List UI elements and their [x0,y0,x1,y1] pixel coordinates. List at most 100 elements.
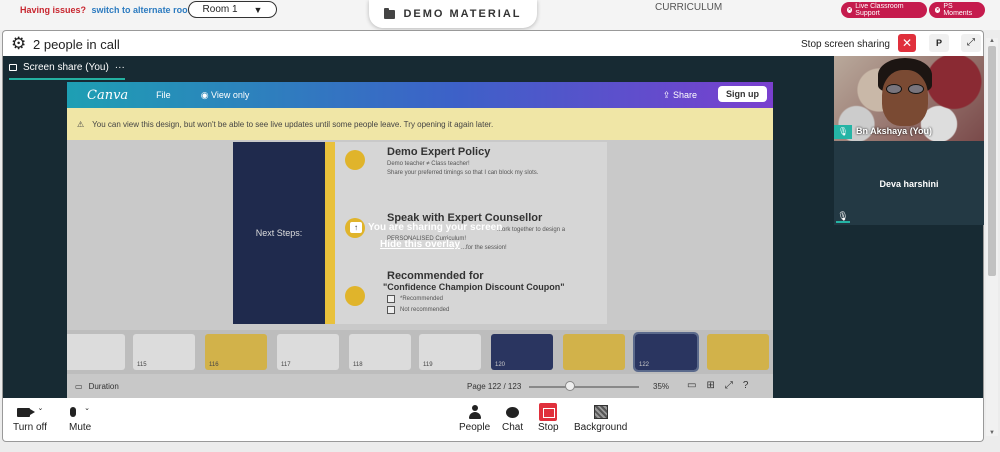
curriculum-tab[interactable]: CURRICULUM [655,2,722,13]
stop-sharing-button[interactable]: Stop [538,402,559,433]
page-thumbnail: 117 [277,334,339,370]
people-button[interactable]: People [459,402,490,433]
participant-name-other: Deva harshini [879,179,939,189]
stop-label: Stop [538,422,559,433]
live-support-button[interactable]: × Live Classroom Support [841,2,927,18]
page-thumbnail: 120 [491,334,553,370]
p-button[interactable]: P [929,34,949,52]
canva-logo: Canva [87,87,129,103]
scroll-up-icon[interactable]: ▲ [989,38,995,44]
people-label: People [459,422,491,433]
duration-control: ▭ Duration [75,382,119,391]
alternate-room-link[interactable]: switch to alternate room [92,5,196,15]
view-only-text: View only [211,89,250,100]
eye-icon: ◉ [200,89,212,100]
warning-banner: ⚠ You can view this design, but won't be… [67,108,773,140]
mic-icon: 🎙 [834,125,852,139]
people-count: 2 people in call [33,37,120,52]
participant-tile-other[interactable]: Deva harshini 🎙 [834,141,984,225]
upload-icon: ⇪ [662,90,673,100]
page-thumbnail [563,334,625,370]
section-recommended-title: Recommended for [387,270,484,282]
live-support-label: Live Classroom Support [855,3,904,17]
expand-icon[interactable]: ⤢ [961,34,981,52]
demo-material-button[interactable]: DEMO MATERIAL [369,0,537,28]
stop-share-icon [539,403,558,421]
warning-icon: ⚠ [77,119,85,129]
caret-down-icon: ▼ [253,4,263,15]
file-menu: File [156,90,171,100]
page-thumbnail-selected: 122 [633,332,699,372]
page-thumbnail: 116 [205,334,267,370]
checkbox-recommended-label: *Recommended [400,296,444,302]
slide-accent-strip [325,142,335,324]
close-icon[interactable]: ✕ [898,34,916,52]
section-policy-line2: Share your preferred timings so that I c… [387,170,539,176]
glasses [886,84,924,94]
view-tools-icons: ▭⊞⤢? [687,380,759,391]
screen-share-icon: ↑ [350,222,362,233]
camera-label: Turn off [13,422,47,433]
stop-screen-sharing-label[interactable]: Stop screen sharing [801,39,890,50]
checkbox-box [387,295,395,303]
microphone-icon [70,407,77,417]
monitor-icon [9,64,17,71]
chevron-down-icon[interactable]: ⌄ [84,404,90,412]
view-only-label: ◉ View only [201,90,250,101]
people-icon [468,405,481,419]
mute-button[interactable]: ⌄ Mute [69,402,91,433]
ps-moments-button[interactable]: × PS Moments [929,2,985,18]
section-recommended-subtitle: "Confidence Champion Discount Coupon" [383,282,565,292]
call-header: ⚙ 2 people in call Stop screen sharing ✕… [2,30,984,56]
top-bar: Having issues? switch to alternate room … [0,0,1000,30]
sign-up-button: Sign up [718,86,767,102]
background-icon [593,405,608,419]
camera-button[interactable]: ⌄ Turn off [13,402,47,433]
room-select[interactable]: Room 1 ▼ [188,1,277,18]
tab-underline [9,78,125,80]
sharing-overlay-title: ↑ You are sharing your screen [350,222,510,233]
mute-label: Mute [69,422,92,433]
checkbox-recommended: *Recommended [387,295,565,303]
scrollbar[interactable]: ▲ ▼ [986,38,998,436]
gear-icon[interactable]: ⚙ [11,35,26,52]
sharing-overlay: ↑ You are sharing your screen Hide this … [350,222,510,250]
call-toolbar: ⌄ Turn off ⌄ Mute People Chat Stop Backg… [2,398,984,442]
chat-button[interactable]: Chat [502,402,523,433]
share-link: ⇪ Share [663,90,697,101]
checkbox-box [387,306,395,314]
support-icon: × [847,7,853,13]
screen-share-tab[interactable]: Screen share (You) ··· [9,62,125,73]
participant-face [882,70,928,126]
page-thumbnail: 119 [419,334,481,370]
duration-icon: ▭ [75,382,83,391]
section-policy-line1: Demo teacher ≠ Class teacher! [387,161,470,167]
warning-text: You can view this design, but won't be a… [92,119,494,129]
slide-left-panel: Next Steps: [233,142,325,324]
participant-name-self: Bn Akshaya (You) [856,126,933,136]
canva-header: Canva File ◉ View only ⇪ Share Sign up [67,82,773,108]
page-thumbnail [707,334,769,370]
policy-icon [345,150,365,170]
background-button[interactable]: Background [574,402,627,433]
page-thumbnail: 118 [349,334,411,370]
zoom-level: 35% [653,382,670,391]
zoom-slider-knob [565,381,575,391]
coupon-icon [345,286,365,306]
chevron-down-icon[interactable]: ⌄ [38,404,44,412]
background-label: Background [574,422,628,433]
more-icon[interactable]: ··· [115,62,125,73]
page-indicator: Page 122 / 123 [467,382,522,391]
participant-tile-self[interactable]: 🎙 Bn Akshaya (You) [834,56,984,141]
checkbox-not-recommended: Not recommended [387,306,565,314]
scroll-down-icon[interactable]: ▼ [989,430,995,436]
demo-material-label: DEMO MATERIAL [403,8,522,20]
scrollbar-thumb[interactable] [988,46,996,276]
checkbox-not-recommended-label: Not recommended [400,307,450,313]
page-thumbnail: 115 [133,334,195,370]
page-thumbnail [67,334,125,370]
page-thumbnails: 115 116 117 118 119 120 122 [67,330,773,374]
moments-icon: × [935,7,941,13]
hide-overlay-link[interactable]: Hide this overlay [380,239,510,250]
duration-label: Duration [88,382,119,391]
